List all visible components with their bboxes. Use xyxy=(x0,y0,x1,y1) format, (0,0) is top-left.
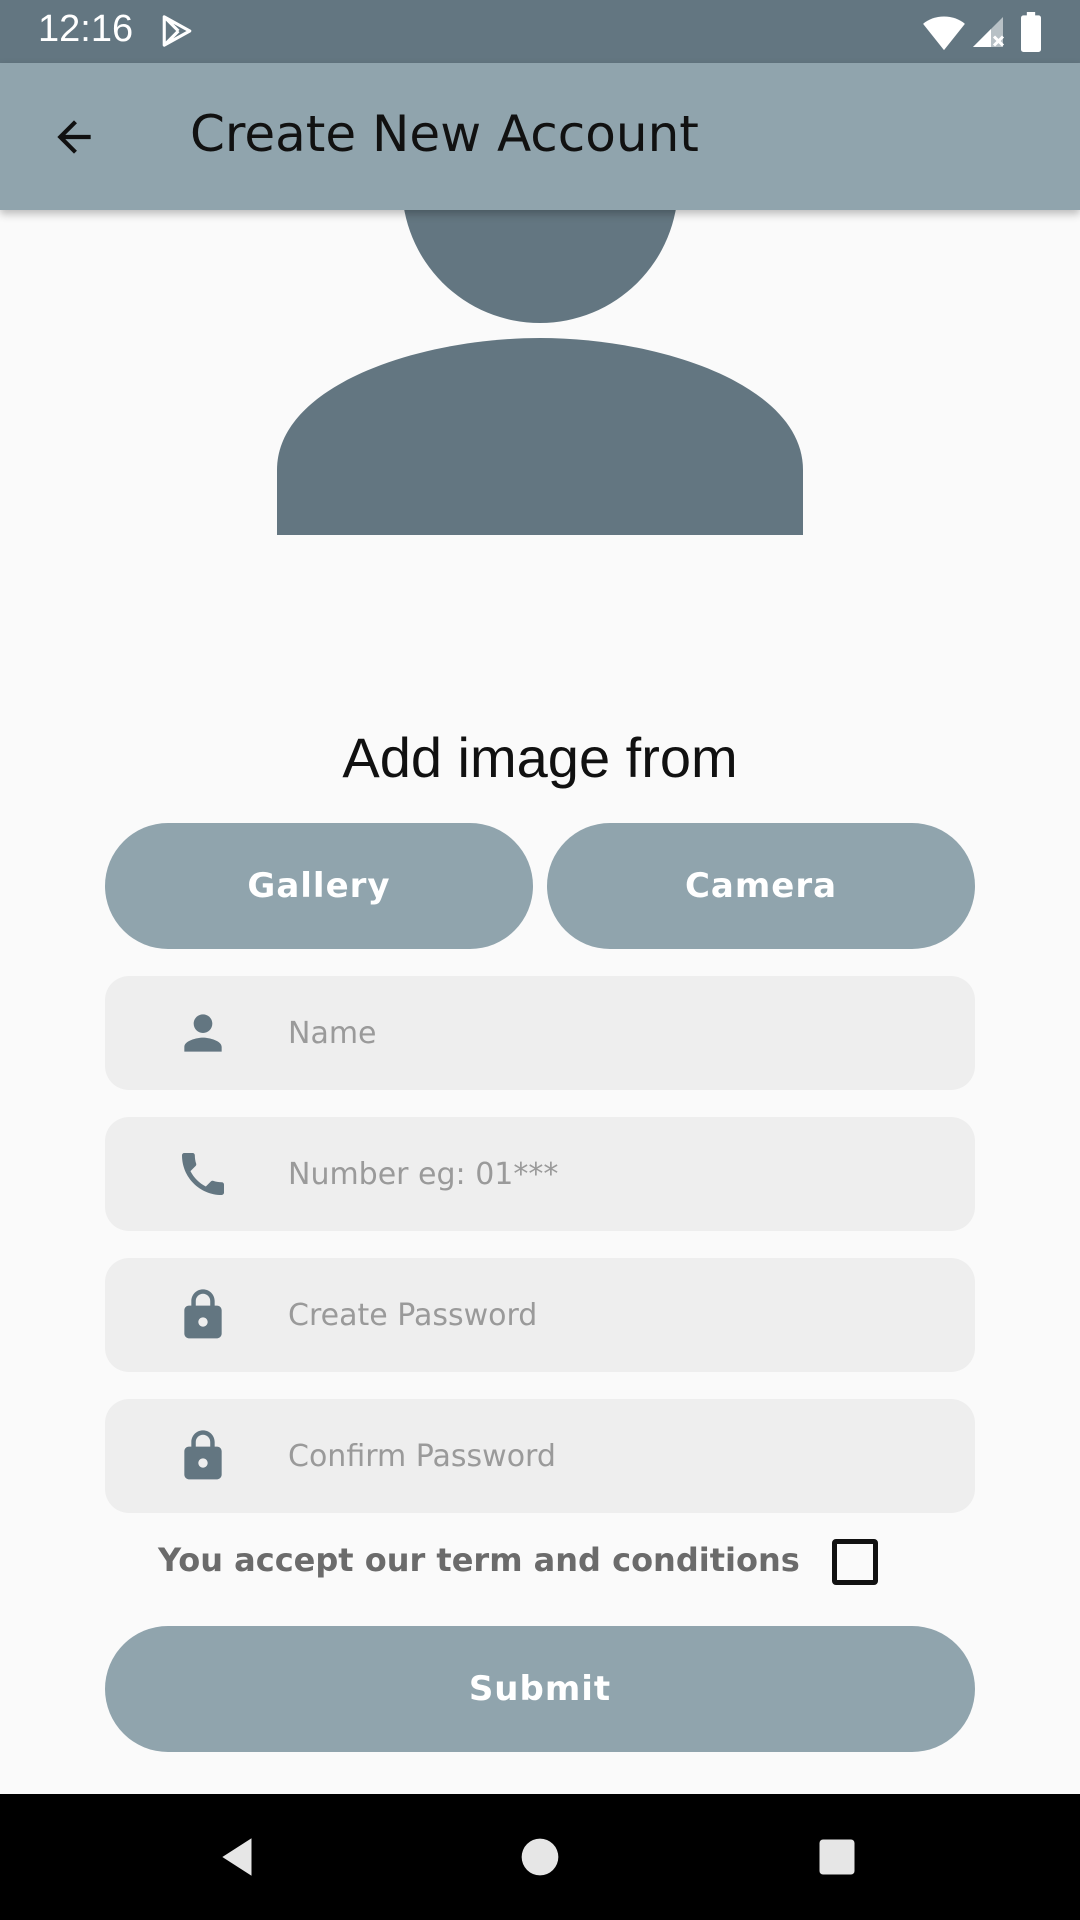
cellular-signal-icon xyxy=(973,17,1005,47)
lock-icon xyxy=(184,1289,222,1339)
nav-recents-icon xyxy=(819,1839,855,1875)
terms-label: You accept our term and conditions xyxy=(158,1541,800,1579)
nav-recents-button[interactable] xyxy=(804,1824,870,1890)
nav-home-button[interactable] xyxy=(507,1824,573,1890)
back-button[interactable] xyxy=(30,101,118,173)
gallery-button[interactable]: Gallery xyxy=(105,823,533,949)
confirm-password-field[interactable] xyxy=(105,1399,975,1513)
nav-back-icon xyxy=(222,1838,252,1876)
page-title: Create New Account xyxy=(190,105,699,163)
system-nav-bar xyxy=(0,1794,1080,1920)
nav-back-button[interactable] xyxy=(206,1824,272,1890)
number-field[interactable] xyxy=(105,1117,975,1231)
status-time: 12:16 xyxy=(38,8,134,50)
app-bar: Create New Account xyxy=(0,63,1080,210)
person-icon xyxy=(184,1014,222,1052)
lock-icon xyxy=(184,1430,222,1480)
person-placeholder-icon xyxy=(277,47,803,535)
arrow-back-icon xyxy=(57,120,91,154)
name-input[interactable] xyxy=(288,976,948,1090)
play-store-icon xyxy=(162,15,192,47)
terms-checkbox[interactable] xyxy=(832,1539,878,1585)
create-password-field[interactable] xyxy=(105,1258,975,1372)
status-bar: 12:16 xyxy=(0,0,1080,63)
confirm-password-input[interactable] xyxy=(288,1399,948,1513)
phone-icon xyxy=(182,1153,224,1195)
battery-icon xyxy=(1021,12,1041,52)
avatar[interactable] xyxy=(0,47,1080,610)
name-field[interactable] xyxy=(105,976,975,1090)
submit-button[interactable]: Submit xyxy=(105,1626,975,1752)
camera-button[interactable]: Camera xyxy=(547,823,975,949)
add-image-label: Add image from xyxy=(342,726,738,789)
wifi-icon xyxy=(923,16,965,51)
number-input[interactable] xyxy=(288,1117,948,1231)
create-password-input[interactable] xyxy=(288,1258,948,1372)
nav-home-icon xyxy=(521,1838,559,1876)
